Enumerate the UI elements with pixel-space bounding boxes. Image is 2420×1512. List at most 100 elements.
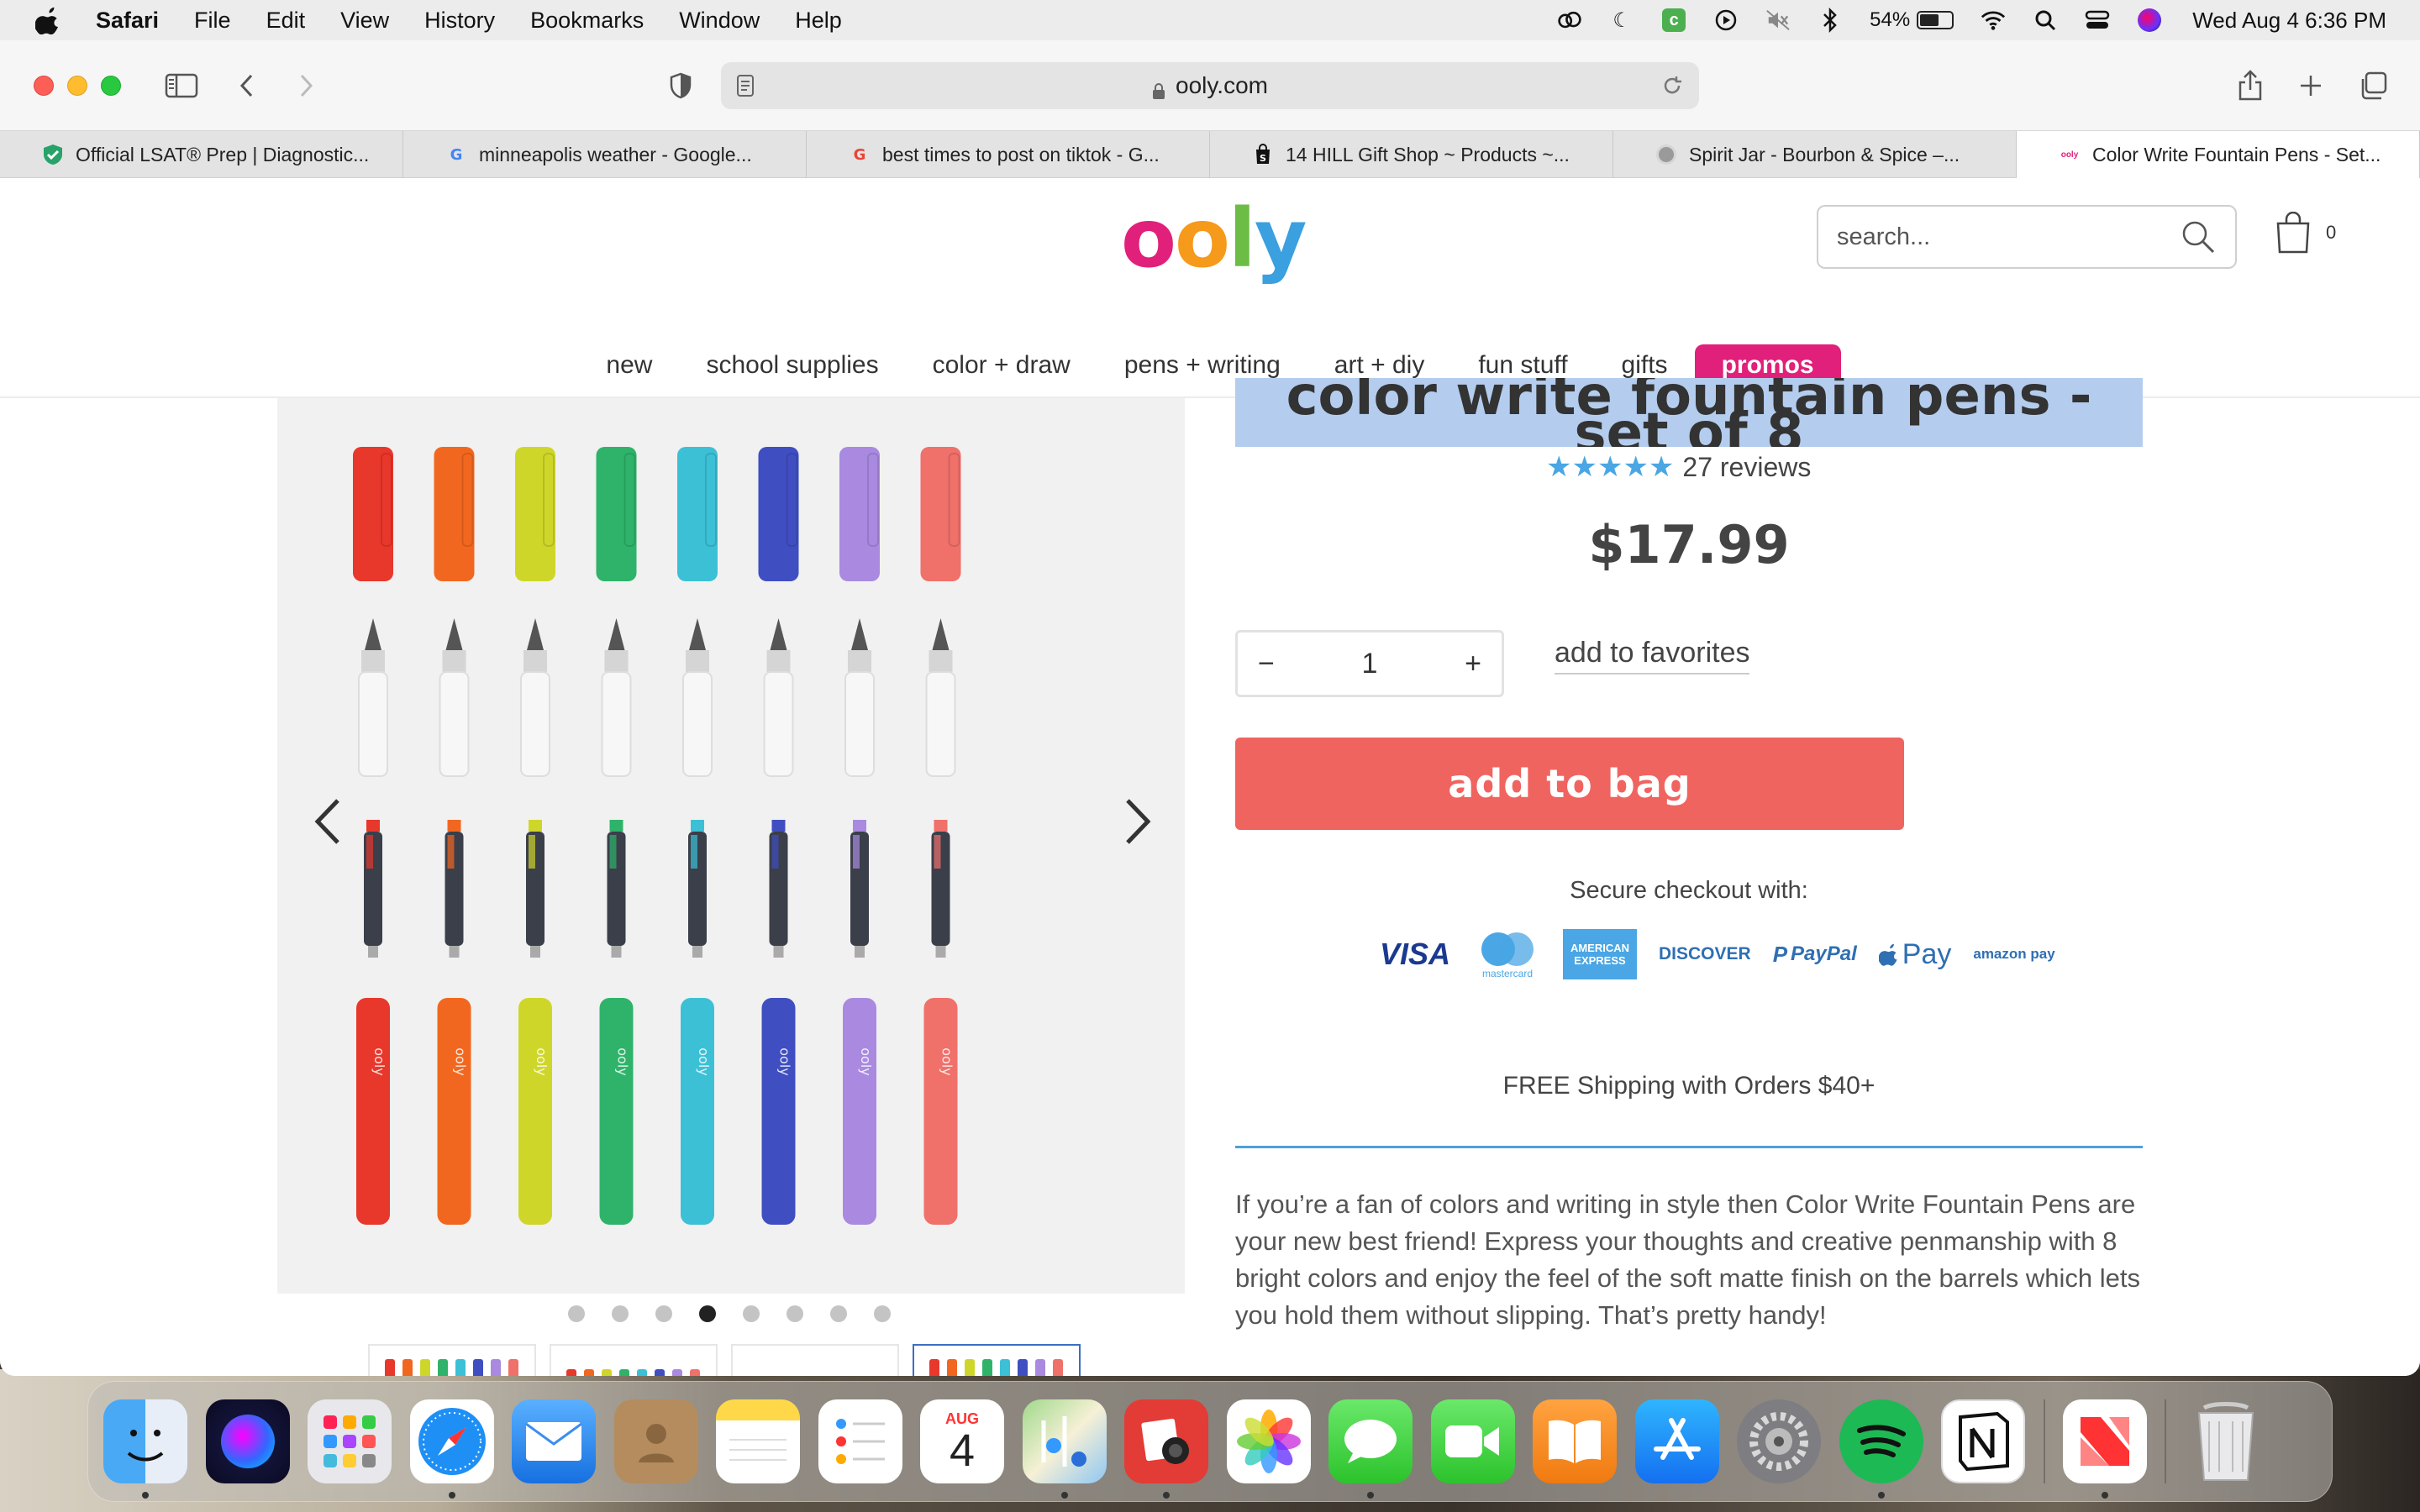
gallery-dot[interactable] xyxy=(655,1305,672,1322)
nav-pens-writing[interactable]: pens + writing xyxy=(1124,351,1281,380)
thumb-pen xyxy=(402,1359,413,1376)
new-tab-button[interactable] xyxy=(2291,66,2331,106)
maps-icon[interactable] xyxy=(1022,1399,1107,1499)
nav-school-supplies[interactable]: school supplies xyxy=(706,351,878,380)
gallery-dot[interactable] xyxy=(568,1305,585,1322)
bluetooth-icon[interactable] xyxy=(1818,8,1843,33)
menu-edit[interactable]: Edit xyxy=(266,8,306,34)
gallery-dot[interactable] xyxy=(743,1305,760,1322)
quantity-value[interactable]: 1 xyxy=(1362,648,1378,680)
gallery-thumbnail[interactable] xyxy=(550,1344,718,1376)
back-button[interactable] xyxy=(227,66,267,106)
add-to-bag-button[interactable]: add to bag xyxy=(1235,738,1904,830)
nav-color-draw[interactable]: color + draw xyxy=(933,351,1071,380)
privacy-shield-icon[interactable] xyxy=(660,66,701,106)
logo-letter: l xyxy=(1228,192,1256,286)
menu-bookmarks[interactable]: Bookmarks xyxy=(530,8,644,34)
photos-icon[interactable] xyxy=(1226,1399,1311,1483)
menu-window[interactable]: Window xyxy=(679,8,760,34)
search-input[interactable]: search... xyxy=(1817,205,2237,269)
gallery-thumbnail[interactable] xyxy=(731,1344,899,1376)
mail-icon[interactable] xyxy=(512,1399,596,1483)
product-rating[interactable]: ★★★★★ 27 reviews xyxy=(1546,450,1811,484)
gallery-next-arrow-icon[interactable] xyxy=(1121,796,1155,847)
messages-icon[interactable] xyxy=(1328,1399,1413,1499)
reload-icon[interactable] xyxy=(1660,74,1684,97)
trash-icon[interactable] xyxy=(2184,1399,2268,1483)
notion-icon[interactable] xyxy=(1941,1399,2025,1483)
menu-help[interactable]: Help xyxy=(795,8,842,34)
menu-view[interactable]: View xyxy=(340,8,389,34)
facetime-icon[interactable] xyxy=(1430,1399,1515,1483)
siri-app-icon[interactable] xyxy=(205,1399,290,1483)
reviews-link[interactable]: 27 reviews xyxy=(1682,452,1811,483)
ooly-logo[interactable]: ooly xyxy=(1121,192,1307,286)
minimize-window-button[interactable] xyxy=(67,76,87,96)
nav-art-diy[interactable]: art + diy xyxy=(1334,351,1425,380)
news-icon[interactable] xyxy=(2062,1399,2147,1499)
menu-clock[interactable]: Wed Aug 4 6:36 PM xyxy=(2192,8,2386,34)
menu-file[interactable]: File xyxy=(194,8,231,34)
safari-app-icon[interactable] xyxy=(409,1399,494,1499)
wifi-icon[interactable] xyxy=(1981,8,2006,33)
page-menu-icon[interactable] xyxy=(736,74,755,97)
nav-new[interactable]: new xyxy=(606,351,652,380)
browser-tab-active[interactable]: ooly Color Write Fountain Pens - Set... xyxy=(2017,131,2420,178)
control-center-icon[interactable] xyxy=(2085,8,2110,33)
product-image-gallery[interactable]: ooly ooly ooly ooly ooly ooly ooly ooly xyxy=(277,398,1185,1294)
add-to-favorites-link[interactable]: add to favorites xyxy=(1555,637,1750,675)
app-c-icon[interactable]: c xyxy=(1661,8,1686,33)
menu-bar: Safari File Edit View History Bookmarks … xyxy=(0,0,2420,40)
browser-tab[interactable]: S 14 HILL Gift Shop ~ Products ~... xyxy=(1210,131,1613,178)
battery-status[interactable]: 54% xyxy=(1870,8,1954,32)
forward-button[interactable] xyxy=(286,66,326,106)
system-preferences-icon[interactable] xyxy=(1737,1399,1821,1483)
browser-tab[interactable]: G best times to post on tiktok - G... xyxy=(807,131,1210,178)
zoom-window-button[interactable] xyxy=(101,76,121,96)
spotify-icon[interactable] xyxy=(1839,1399,1923,1499)
tab-overview-icon[interactable] xyxy=(2353,66,2393,106)
books-icon[interactable] xyxy=(1533,1399,1617,1483)
browser-tab[interactable]: Official LSAT® Prep | Diagnostic... xyxy=(0,131,403,178)
gallery-dot[interactable] xyxy=(786,1305,803,1322)
notes-icon[interactable] xyxy=(716,1399,800,1483)
cart-button[interactable]: 0 xyxy=(2275,212,2336,254)
nav-fun-stuff[interactable]: fun stuff xyxy=(1478,351,1567,380)
gallery-dot[interactable] xyxy=(874,1305,891,1322)
launchpad-icon[interactable] xyxy=(308,1399,392,1483)
browser-tab[interactable]: G minneapolis weather - Google... xyxy=(403,131,807,178)
spotlight-search-icon[interactable] xyxy=(2033,8,2058,33)
creative-cloud-icon[interactable] xyxy=(1557,8,1582,33)
do-not-disturb-moon-icon[interactable]: ☾ xyxy=(1609,8,1634,33)
menu-history[interactable]: History xyxy=(424,8,495,34)
gallery-dot[interactable] xyxy=(699,1305,716,1322)
contacts-icon[interactable] xyxy=(613,1399,698,1483)
play-circle-icon[interactable] xyxy=(1713,8,1739,33)
photo-booth-icon[interactable] xyxy=(1124,1399,1208,1499)
quantity-decrease-button[interactable]: − xyxy=(1258,648,1275,680)
finder-icon[interactable] xyxy=(103,1399,187,1499)
gallery-thumbnail-selected[interactable] xyxy=(913,1344,1081,1376)
menu-app-name[interactable]: Safari xyxy=(96,8,159,34)
gallery-thumbnail[interactable] xyxy=(368,1344,536,1376)
address-bar[interactable]: ooly.com xyxy=(721,62,1699,109)
app-store-icon[interactable] xyxy=(1634,1399,1719,1483)
gallery-dot[interactable] xyxy=(830,1305,847,1322)
gallery-prev-arrow-icon[interactable] xyxy=(311,796,345,847)
apple-menu-icon[interactable] xyxy=(34,6,60,35)
nav-gifts[interactable]: gifts xyxy=(1622,351,1668,380)
pen-brand-label: ooly xyxy=(453,1047,469,1076)
share-icon[interactable] xyxy=(2230,66,2270,106)
quantity-increase-button[interactable]: + xyxy=(1465,648,1481,680)
url-text: ooly.com xyxy=(1176,72,1268,98)
siri-icon[interactable] xyxy=(2137,8,2162,33)
sidebar-toggle-icon[interactable] xyxy=(161,66,202,106)
browser-tab[interactable]: Spirit Jar - Bourbon & Spice –... xyxy=(1613,131,2017,178)
volume-muted-icon[interactable] xyxy=(1765,8,1791,33)
thumb-pen xyxy=(1000,1359,1010,1376)
search-icon[interactable] xyxy=(2180,218,2217,255)
calendar-icon[interactable]: AUG 4 xyxy=(920,1399,1004,1483)
gallery-dot[interactable] xyxy=(612,1305,629,1322)
close-window-button[interactable] xyxy=(34,76,54,96)
reminders-icon[interactable] xyxy=(818,1399,902,1483)
